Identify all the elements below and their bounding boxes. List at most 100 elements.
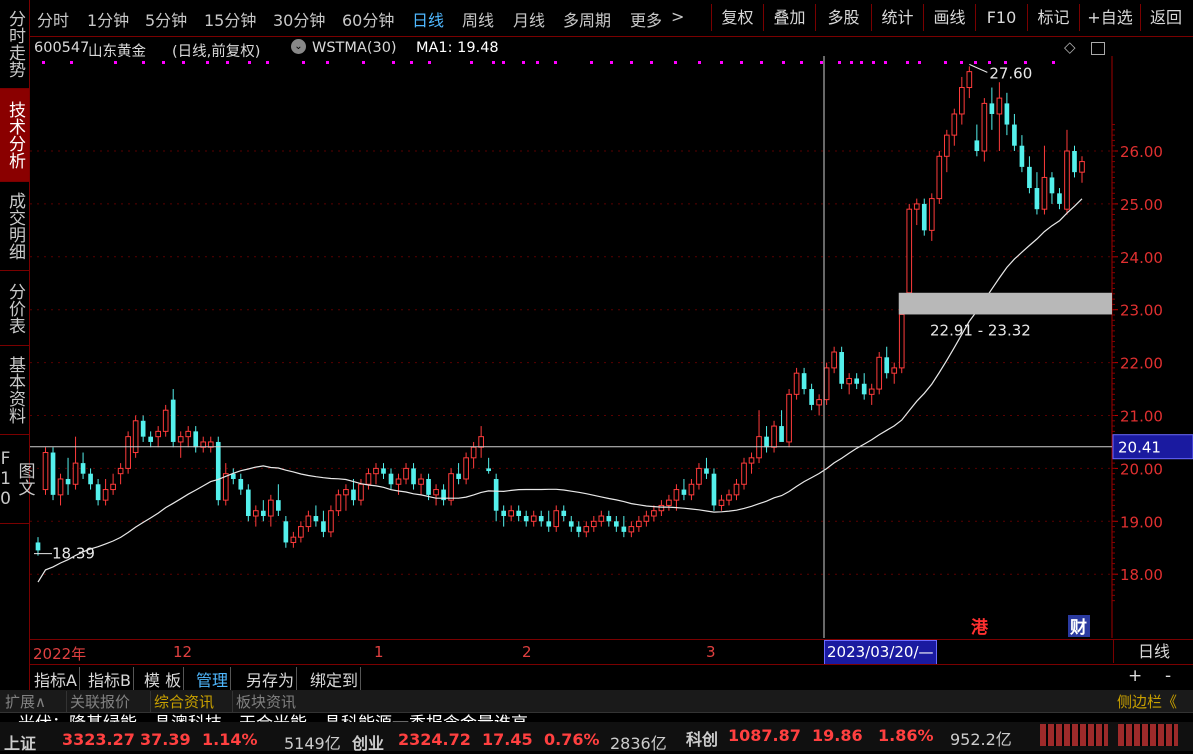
signal-dot xyxy=(392,61,395,64)
candle-body xyxy=(162,409,169,432)
candle-body xyxy=(561,510,567,517)
candle-body xyxy=(928,198,935,231)
adjust-button[interactable]: 复权 xyxy=(711,4,763,31)
signal-dot xyxy=(226,61,229,64)
period-1min[interactable]: 1分钟 xyxy=(87,7,129,31)
signal-dot xyxy=(410,61,413,64)
candle-body xyxy=(718,499,725,506)
index-name-cy[interactable]: 创业 xyxy=(352,730,384,754)
candle-body xyxy=(681,489,687,495)
period-60min[interactable]: 60分钟 xyxy=(342,7,394,31)
stock-code: 600547 xyxy=(34,40,90,56)
candle-body xyxy=(335,494,342,512)
back-button[interactable]: 返回 xyxy=(1140,4,1191,31)
period-monthly[interactable]: 月线 xyxy=(513,7,545,31)
f10-button[interactable]: F10 xyxy=(975,4,1027,31)
manage-tab[interactable]: 管理 xyxy=(194,667,232,691)
candle-body xyxy=(501,510,506,517)
statistics-button[interactable]: 统计 xyxy=(871,4,923,31)
index-pct-kc: 1.86% xyxy=(878,726,934,745)
tab-price-table[interactable]: 分价表 xyxy=(0,271,29,346)
signal-dot xyxy=(906,61,909,64)
period-5min[interactable]: 5分钟 xyxy=(145,7,187,31)
signal-dot xyxy=(850,61,853,64)
index-change-cy: 17.45 xyxy=(482,730,533,749)
mark-button[interactable]: 标记 xyxy=(1027,4,1079,31)
signal-dot xyxy=(248,61,251,64)
date-label-3: 3 xyxy=(706,643,716,661)
save-as-tab[interactable]: 另存为 xyxy=(244,667,298,691)
candle-body xyxy=(185,430,192,438)
date-label-2: 2 xyxy=(522,643,532,661)
period-weekly[interactable]: 周线 xyxy=(462,7,494,31)
candle-body xyxy=(726,494,732,501)
kline-chart[interactable]: 26.00 25.00 24.00 23.00 22.00 21.00 20.00 19.00… xyxy=(30,36,1193,638)
tab-f10[interactable]: 图文F10 xyxy=(0,435,35,524)
index-name-kc[interactable]: 科创 xyxy=(686,726,718,750)
candle-body xyxy=(170,399,176,442)
diamond-icon[interactable]: ◇ xyxy=(1064,38,1076,56)
candle-body xyxy=(448,473,454,501)
market-ticker-bar: 上证 3323.27 37.39 1.14% 5149亿 创业 2324.72 … xyxy=(0,722,1193,754)
add-watchlist-button[interactable]: +自选 xyxy=(1079,4,1140,31)
candle-body xyxy=(823,367,830,401)
signal-dot xyxy=(650,61,653,64)
zoom-in-button[interactable]: + xyxy=(1128,666,1142,686)
high-label: 27.60 xyxy=(989,64,1032,82)
maximize-icon[interactable] xyxy=(1091,42,1105,55)
candle-body xyxy=(846,377,852,385)
index-pct-cy: 0.76% xyxy=(544,730,600,749)
period-30min[interactable]: 30分钟 xyxy=(273,7,325,31)
tab-trade-details[interactable]: 成交明细 xyxy=(0,182,29,271)
indicator-a-tab[interactable]: 指标A xyxy=(32,667,80,691)
candle-body xyxy=(614,521,619,527)
template-tab[interactable]: 模 板 xyxy=(142,667,185,691)
candle-body xyxy=(516,510,522,517)
candle-body xyxy=(913,203,920,210)
multi-stock-button[interactable]: 多股 xyxy=(815,4,871,31)
dropdown-icon[interactable]: ⌄ xyxy=(291,39,306,54)
kline-svg[interactable]: 26.00 25.00 24.00 23.00 22.00 21.00 20.00 19.00… xyxy=(30,36,1193,638)
candle-body xyxy=(921,203,927,231)
indicator-name[interactable]: WSTMA(30) xyxy=(312,40,397,56)
chart-mode: (日线,前复权) xyxy=(172,44,261,60)
signal-dot xyxy=(42,61,45,64)
index-name-sh[interactable]: 上证 xyxy=(4,730,36,754)
candle-body xyxy=(148,436,153,442)
tab-intraday[interactable]: 分时走势 xyxy=(0,0,29,89)
sidebar-toggle[interactable]: 侧边栏《 xyxy=(1114,691,1180,712)
indicator-b-tab[interactable]: 指标B xyxy=(86,667,134,691)
indicator-tab-bar: 指标A 指标B 模 板 管理 另存为 绑定到 + - xyxy=(30,664,1193,691)
draw-line-button[interactable]: 画线 xyxy=(923,4,975,31)
bind-to-tab[interactable]: 绑定到 xyxy=(308,667,362,691)
candle-body xyxy=(1057,193,1062,204)
candle-body xyxy=(102,489,109,501)
period-more[interactable]: 更多 xyxy=(630,7,662,31)
signal-dot xyxy=(872,61,875,64)
candle-body xyxy=(193,431,199,448)
period-intraday[interactable]: 分时 xyxy=(37,7,69,31)
signal-dot xyxy=(470,61,473,64)
candle-body xyxy=(373,467,379,475)
candle-body xyxy=(621,526,627,532)
candle-body xyxy=(290,536,297,543)
date-label-1: 1 xyxy=(374,643,384,661)
overlay-button[interactable]: 叠加 xyxy=(763,4,815,31)
candle-body xyxy=(110,483,116,491)
gap-band xyxy=(898,292,1112,315)
zoom-out-button[interactable]: - xyxy=(1165,666,1171,686)
candle-body xyxy=(898,313,905,369)
gap-label: 22.91 - 23.32 xyxy=(930,321,1031,339)
candle-body xyxy=(801,373,807,390)
tab-basic-info[interactable]: 基本资料 xyxy=(0,346,29,435)
candle-body xyxy=(1012,124,1017,146)
period-multi[interactable]: 多周期 xyxy=(563,7,611,31)
signal-dot xyxy=(740,61,743,64)
period-15min[interactable]: 15分钟 xyxy=(204,7,256,31)
tab-technical-analysis[interactable]: 技术分析 xyxy=(0,89,29,182)
candle-body xyxy=(553,510,560,528)
top-toolbar: 分时 1分钟 5分钟 15分钟 30分钟 60分钟 日线 周线 月线 多周期 更… xyxy=(30,0,1193,37)
more-chevron-icon[interactable]: > xyxy=(671,7,684,26)
signal-dot xyxy=(960,61,963,64)
period-daily[interactable]: 日线 xyxy=(412,7,444,31)
